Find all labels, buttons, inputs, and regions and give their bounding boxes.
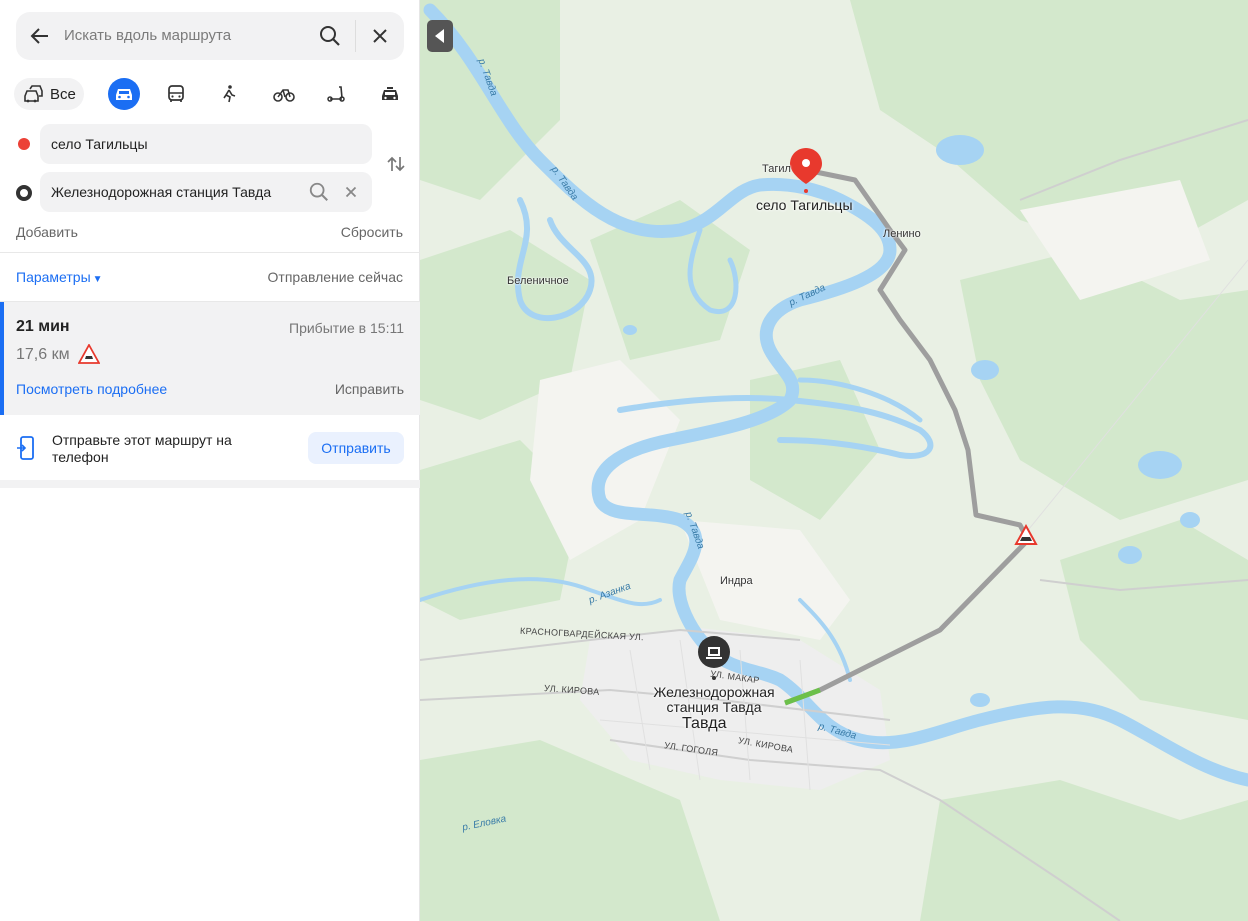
origin-field[interactable]: село Тагильцы — [40, 124, 372, 164]
origin-value: село Тагильцы — [51, 136, 148, 152]
chevron-left-icon — [435, 29, 444, 43]
car-icon — [116, 89, 132, 100]
send-to-phone-row: Отправьте этот маршрут на телефон Отправ… — [0, 416, 420, 480]
map-label-lenino: Ленино — [883, 228, 921, 240]
route-fix-link[interactable]: Исправить — [335, 381, 404, 397]
mode-all-button[interactable]: Все — [14, 78, 84, 110]
bus-icon — [168, 85, 184, 102]
scooter-icon — [327, 86, 345, 102]
close-icon[interactable] — [368, 24, 392, 48]
map-label-destination-line1: Железнодорожная — [653, 684, 775, 700]
mode-bus-button[interactable] — [160, 78, 192, 110]
map-view[interactable]: Тагил село Тагильцы Ленино Беленичное Ин… — [420, 0, 1248, 921]
map-label-origin-short: Тагил — [762, 163, 791, 175]
map-label-city: Тавда — [682, 715, 727, 732]
section-separator — [0, 480, 420, 488]
route-search-bar[interactable]: Искать вдоль маршрута — [16, 12, 404, 60]
transport-mode-bar: Все — [14, 76, 406, 112]
map-label-belenichnoe: Беленичное — [507, 275, 569, 287]
route-details-link[interactable]: Посмотреть подробнее — [16, 381, 167, 397]
search-icon[interactable] — [308, 181, 330, 203]
back-arrow-icon[interactable] — [28, 24, 52, 48]
road-works-warning-icon — [78, 344, 100, 364]
add-waypoint-link[interactable]: Добавить — [16, 224, 78, 240]
destination-marker-dot — [16, 185, 32, 201]
mode-car-button[interactable] — [108, 78, 140, 110]
route-panel: Искать вдоль маршрута Все село Тагильцы — [0, 0, 420, 921]
destination-field[interactable]: Железнодорожная станция Тавда — [40, 172, 372, 212]
mode-scooter-button[interactable] — [320, 78, 352, 110]
map-canvas[interactable] — [420, 0, 1248, 921]
search-input[interactable]: Искать вдоль маршрута — [64, 27, 231, 44]
map-label-destination: Железнодорожная станция Тавда — [646, 685, 782, 715]
mode-bicycle-button[interactable] — [267, 78, 299, 110]
route-option-card[interactable]: 21 мин Прибытие в 15:11 17,6 км Посмотре… — [0, 302, 420, 415]
route-arrival: Прибытие в 15:11 — [289, 320, 404, 336]
mode-all-label: Все — [50, 86, 76, 103]
departure-time[interactable]: Отправление сейчас — [268, 269, 403, 285]
clear-icon[interactable] — [342, 183, 360, 201]
bicycle-icon — [273, 89, 295, 102]
collapse-panel-button[interactable] — [427, 20, 453, 52]
parameters-dropdown[interactable]: Параметры ▼ — [16, 269, 103, 285]
cars-icon — [24, 85, 43, 103]
send-to-phone-text: Отправьте этот маршрут на телефон — [52, 432, 232, 465]
phone-icon — [17, 436, 34, 460]
origin-marker-dot — [18, 138, 30, 150]
caret-down-icon: ▼ — [92, 274, 103, 285]
destination-value: Железнодорожная станция Тавда — [51, 184, 272, 200]
swap-icon[interactable] — [386, 154, 406, 174]
route-distance: 17,6 км — [16, 346, 70, 363]
search-icon[interactable] — [318, 24, 342, 48]
walking-icon — [223, 85, 236, 103]
divider — [355, 20, 356, 52]
map-label-destination-line2: станция Тавда — [666, 699, 762, 715]
send-button[interactable]: Отправить — [308, 432, 404, 464]
mode-taxi-button[interactable] — [374, 78, 406, 110]
road-works-warning-icon — [1014, 523, 1038, 545]
map-label-origin: село Тагильцы — [756, 197, 853, 213]
reset-link[interactable]: Сбросить — [341, 224, 403, 240]
map-label-indra: Индра — [720, 575, 753, 587]
mode-walk-button[interactable] — [213, 78, 245, 110]
taxi-icon — [382, 87, 398, 100]
route-duration: 21 мин — [16, 318, 70, 335]
parameters-label: Параметры — [16, 269, 91, 285]
divider — [0, 252, 420, 253]
